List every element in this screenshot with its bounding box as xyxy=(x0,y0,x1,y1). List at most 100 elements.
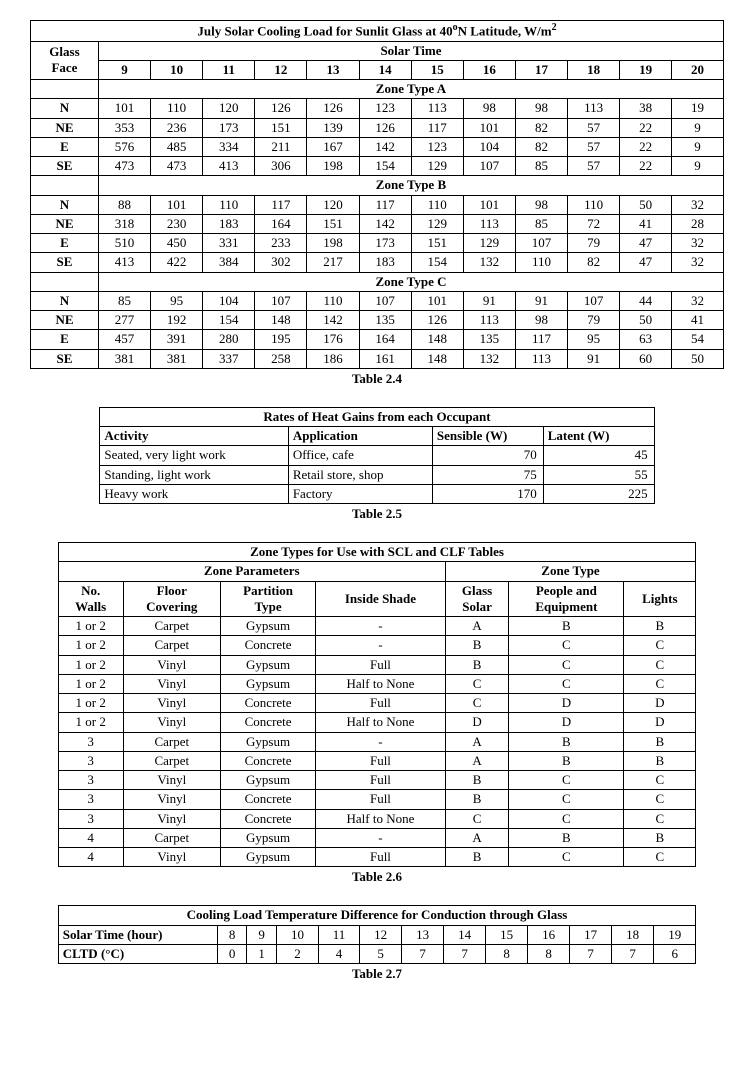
data-cell: C xyxy=(624,771,696,790)
data-cell: 485 xyxy=(151,137,203,156)
data-cell: Gypsum xyxy=(221,674,316,693)
data-cell: 142 xyxy=(359,137,411,156)
data-cell: Factory xyxy=(288,484,432,503)
data-cell: 154 xyxy=(203,311,255,330)
data-cell: - xyxy=(316,828,446,847)
table-2-7-block: Cooling Load Temperature Difference for … xyxy=(30,905,724,982)
hour-cell: 17 xyxy=(515,60,567,79)
face-cell: NE xyxy=(31,311,99,330)
data-cell: 110 xyxy=(515,253,567,272)
table-row: Solar Time (hour) 8910111213141516171819 xyxy=(58,925,695,944)
t24-title: July Solar Cooling Load for Sunlit Glass… xyxy=(31,21,724,42)
data-cell: 4 xyxy=(318,944,359,963)
data-cell: 16 xyxy=(528,925,570,944)
table-row: E510450331233198173151129107794732 xyxy=(31,234,724,253)
data-cell: 135 xyxy=(463,330,515,349)
data-cell: 413 xyxy=(98,253,150,272)
data-cell: 195 xyxy=(255,330,307,349)
data-cell: 117 xyxy=(411,118,463,137)
table-row: Seated, very light workOffice, cafe7045 xyxy=(100,446,654,465)
data-cell: Gypsum xyxy=(221,771,316,790)
data-cell: 91 xyxy=(515,291,567,310)
table-row: 1 or 2CarpetGypsum-ABB xyxy=(58,617,695,636)
t26-h-no: No. xyxy=(81,583,100,598)
data-cell: 79 xyxy=(568,234,620,253)
t27-caption: Table 2.7 xyxy=(30,966,724,982)
data-cell: 98 xyxy=(515,99,567,118)
data-cell: 113 xyxy=(568,99,620,118)
data-cell: 148 xyxy=(411,330,463,349)
data-cell: Carpet xyxy=(123,828,220,847)
data-cell: 50 xyxy=(620,195,672,214)
data-cell: Concrete xyxy=(221,751,316,770)
data-cell: 126 xyxy=(411,311,463,330)
table-2-4: July Solar Cooling Load for Sunlit Glass… xyxy=(30,20,724,369)
data-cell: 98 xyxy=(515,311,567,330)
t25-caption: Table 2.5 xyxy=(30,506,724,522)
data-cell: - xyxy=(316,617,446,636)
data-cell: B xyxy=(445,636,509,655)
data-cell: 44 xyxy=(620,291,672,310)
data-cell: Vinyl xyxy=(123,713,220,732)
data-cell: 107 xyxy=(568,291,620,310)
data-cell: Vinyl xyxy=(123,694,220,713)
data-cell: Vinyl xyxy=(123,848,220,867)
data-cell: D xyxy=(624,694,696,713)
data-cell: 413 xyxy=(203,157,255,176)
data-cell: 151 xyxy=(255,118,307,137)
hour-cell: 11 xyxy=(203,60,255,79)
data-cell: 7 xyxy=(444,944,486,963)
data-cell: 85 xyxy=(515,214,567,233)
data-cell: 10 xyxy=(276,925,318,944)
data-cell: B xyxy=(509,732,624,751)
table-row: SE413422384302217183154132110824732 xyxy=(31,253,724,272)
data-cell: 233 xyxy=(255,234,307,253)
hour-cell: 12 xyxy=(255,60,307,79)
data-cell: 120 xyxy=(203,99,255,118)
data-cell: 95 xyxy=(568,330,620,349)
data-cell: A xyxy=(445,617,509,636)
data-cell: 9 xyxy=(672,137,724,156)
table-row: Heavy workFactory170225 xyxy=(100,484,654,503)
data-cell: C xyxy=(445,809,509,828)
face-cell: SE xyxy=(31,349,99,368)
data-cell: B xyxy=(509,751,624,770)
t27-title: Cooling Load Temperature Difference for … xyxy=(58,906,695,925)
data-cell: 6 xyxy=(654,944,696,963)
data-cell: 110 xyxy=(203,195,255,214)
t26-title: Zone Types for Use with SCL and CLF Tabl… xyxy=(58,543,695,562)
data-cell: 126 xyxy=(307,99,359,118)
data-cell: B xyxy=(624,828,696,847)
data-cell: Full xyxy=(316,790,446,809)
data-cell: 510 xyxy=(98,234,150,253)
data-cell: 22 xyxy=(620,118,672,137)
data-cell: 381 xyxy=(151,349,203,368)
table-row: E457391280195176164148135117956354 xyxy=(31,330,724,349)
data-cell: 173 xyxy=(359,234,411,253)
hour-cell: 20 xyxy=(672,60,724,79)
data-cell: 183 xyxy=(359,253,411,272)
data-cell: C xyxy=(624,655,696,674)
data-cell: 1 or 2 xyxy=(58,713,123,732)
data-cell: 129 xyxy=(463,234,515,253)
data-cell: - xyxy=(316,732,446,751)
data-cell: Vinyl xyxy=(123,674,220,693)
data-cell: 198 xyxy=(307,234,359,253)
table-2-7: Cooling Load Temperature Difference for … xyxy=(58,905,696,964)
data-cell: 14 xyxy=(444,925,486,944)
data-cell: 101 xyxy=(463,118,515,137)
data-cell: 129 xyxy=(411,157,463,176)
t25-h-application: Application xyxy=(288,427,432,446)
data-cell: 3 xyxy=(58,751,123,770)
data-cell: 164 xyxy=(359,330,411,349)
table-row: Standing, light workRetail store, shop75… xyxy=(100,465,654,484)
data-cell: 353 xyxy=(98,118,150,137)
data-cell: 11 xyxy=(318,925,359,944)
data-cell: C xyxy=(624,790,696,809)
data-cell: A xyxy=(445,732,509,751)
data-cell: 82 xyxy=(568,253,620,272)
t24-zoneB-spacer xyxy=(31,176,99,195)
data-cell: 38 xyxy=(620,99,672,118)
data-cell: C xyxy=(624,674,696,693)
data-cell: B xyxy=(624,732,696,751)
